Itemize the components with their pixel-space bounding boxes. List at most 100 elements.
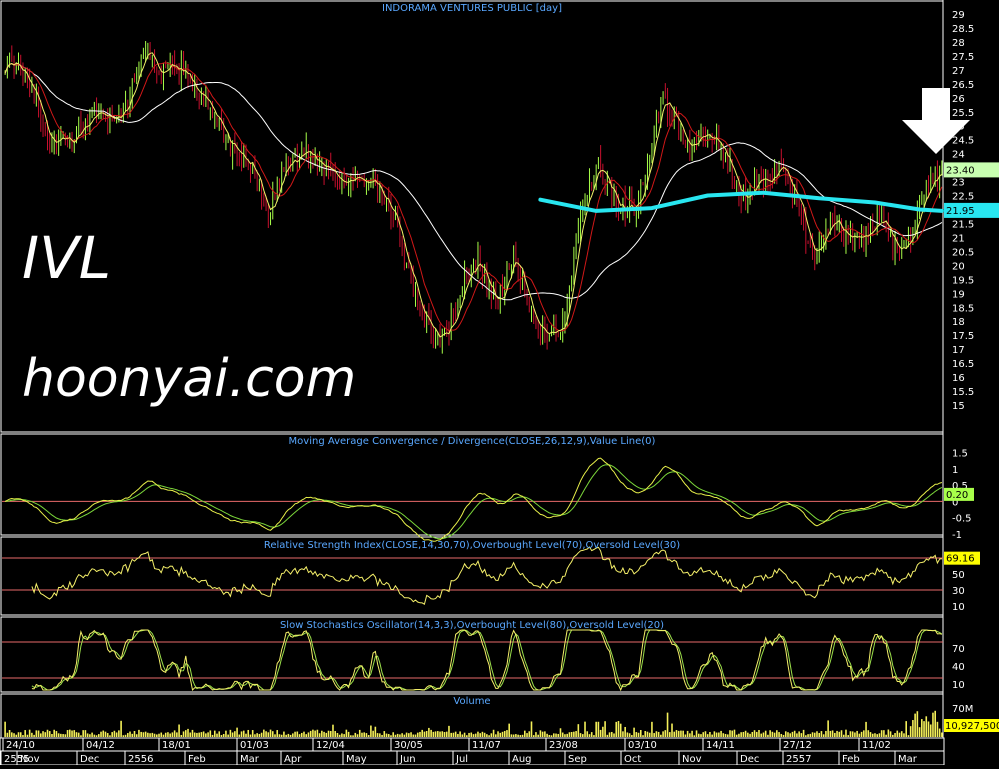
volume-bar-147 <box>332 724 334 737</box>
volume-bar-276 <box>619 723 622 737</box>
volume-bar-234 <box>526 733 528 737</box>
volume-bar-332 <box>744 730 747 737</box>
stochastics-panel[interactable]: 70 40 10 <box>2 629 965 692</box>
volume-bar-90 <box>205 733 207 737</box>
volume-bar-251 <box>564 734 566 737</box>
volume-bar-323 <box>724 733 727 737</box>
volume-bar-173 <box>390 735 392 737</box>
volume-bar-101 <box>229 729 232 737</box>
volume-bar-115 <box>260 732 263 737</box>
volume-bar-229 <box>515 734 517 737</box>
macd-panel[interactable]: 1.510.50-0.5-10.20 <box>2 449 974 542</box>
volume-bar-407 <box>912 720 914 737</box>
volume-bar-322 <box>722 733 725 737</box>
last-price-label: 23.40 <box>946 165 975 176</box>
volume-bar-243 <box>546 733 548 737</box>
volume-bar-362 <box>811 732 814 737</box>
volume-bar-169 <box>381 734 383 737</box>
volume-bar-121 <box>274 734 276 737</box>
volume-bar-278 <box>624 726 626 737</box>
volume-bar-150 <box>338 734 341 737</box>
volume-bar-70 <box>160 732 163 737</box>
volume-bar-13 <box>33 734 35 737</box>
price-tick-label: 17.5 <box>952 331 974 342</box>
volume-bar-174 <box>392 732 395 737</box>
volume-bar-161 <box>363 732 366 737</box>
price-tick-label: 16 <box>952 373 965 384</box>
volume-bar-45 <box>104 731 107 737</box>
volume-bar-7 <box>19 732 22 737</box>
volume-bar-171 <box>385 733 388 737</box>
volume-bar-208 <box>468 732 470 737</box>
volume-bar-403 <box>903 733 905 737</box>
volume-bar-43 <box>100 731 102 737</box>
volume-bar-131 <box>296 731 299 737</box>
price-tick-label: 15 <box>952 401 965 412</box>
volume-bar-257 <box>577 724 580 737</box>
volume-bar-275 <box>617 721 620 737</box>
volume-bar-340 <box>762 732 765 737</box>
date-label-bottom: Oct <box>624 754 641 765</box>
price-tick-label: 29 <box>952 10 965 21</box>
date-label-bottom: Feb <box>188 754 206 765</box>
volume-bar-297 <box>666 712 669 737</box>
date-label-top: 03/10 <box>628 740 657 751</box>
volume-bar-25 <box>60 733 62 737</box>
volume-bar-279 <box>626 732 629 737</box>
price-tick-label: 19 <box>952 289 965 300</box>
volume-bar-88 <box>200 732 203 737</box>
volume-bar-290 <box>651 721 653 737</box>
volume-panel[interactable]: 70M 10,927,500 <box>4 704 999 737</box>
volume-bar-77 <box>176 732 178 737</box>
volume-bar-50 <box>115 732 118 737</box>
volume-bar-204 <box>459 731 461 737</box>
volume-bar-42 <box>97 734 100 737</box>
macd-tick-label: -1 <box>952 530 962 541</box>
volume-bar-374 <box>838 731 841 737</box>
volume-bar-383 <box>858 733 861 737</box>
volume-bar-341 <box>764 730 767 737</box>
volume-bar-215 <box>483 732 486 737</box>
date-label-top: 30/05 <box>394 740 423 751</box>
volume-bar-106 <box>240 731 243 737</box>
volume-bar-166 <box>374 726 377 737</box>
rsi-panel[interactable]: 7050301069.16 <box>2 546 980 613</box>
volume-bar-86 <box>196 732 198 737</box>
volume-bar-41 <box>95 735 98 737</box>
volume-bar-175 <box>394 734 397 737</box>
date-label-bottom: Jun <box>399 754 416 765</box>
volume-bar-382 <box>856 730 858 737</box>
price-tick-label: 28 <box>952 38 965 49</box>
volume-bar-393 <box>880 730 883 737</box>
volume-bar-78 <box>178 724 180 737</box>
volume-bar-33 <box>77 732 80 737</box>
volume-last-label: 10,927,500 <box>945 721 999 732</box>
volume-bar-405 <box>907 735 910 737</box>
volume-bar-368 <box>825 730 827 737</box>
volume-bar-260 <box>584 721 586 737</box>
technical-analysis-chart: 2928.52827.52726.52625.52524.52423.52322… <box>0 0 999 766</box>
macd-tick-label: 1 <box>952 465 958 476</box>
volume-bar-238 <box>535 732 537 737</box>
volume-bar-384 <box>860 731 863 737</box>
volume-bar-409 <box>916 711 919 737</box>
volume-bar-253 <box>568 732 571 737</box>
volume-bar-195 <box>439 731 441 737</box>
volume-bar-190 <box>428 727 430 737</box>
volume-bar-114 <box>258 733 261 737</box>
volume-bar-254 <box>570 732 573 737</box>
volume-bar-321 <box>720 730 722 737</box>
volume-bar-353 <box>791 731 794 737</box>
volume-bar-303 <box>680 730 682 737</box>
price-tick-label: 17 <box>952 345 965 356</box>
volume-bar-272 <box>610 731 613 737</box>
volume-bar-63 <box>144 731 147 737</box>
volume-bar-158 <box>356 734 359 737</box>
volume-bar-372 <box>834 732 836 737</box>
volume-bar-385 <box>863 730 865 737</box>
volume-bar-399 <box>894 733 896 737</box>
volume-bar-14 <box>35 730 38 737</box>
volume-bar-189 <box>425 730 428 737</box>
volume-bar-235 <box>528 731 531 737</box>
volume-bar-348 <box>780 733 783 737</box>
